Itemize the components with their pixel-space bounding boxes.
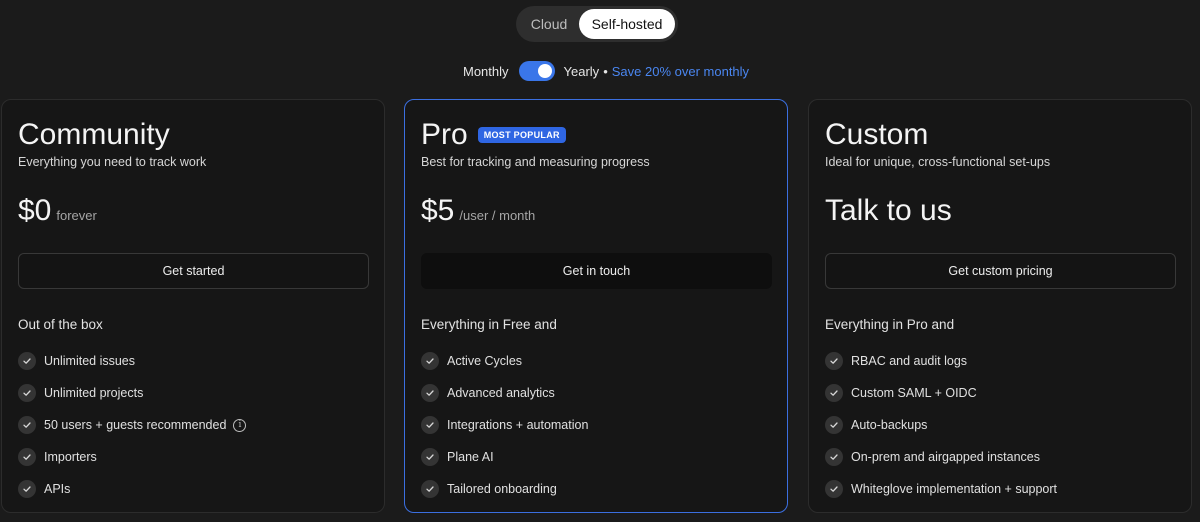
feature-item: Unlimited projects xyxy=(18,377,246,409)
plan-title: Custom xyxy=(825,118,928,152)
feature-label: RBAC and audit logs xyxy=(851,354,968,368)
cloud-option[interactable]: Cloud xyxy=(519,9,579,39)
feature-list: Active Cycles Advanced analytics Integra… xyxy=(421,345,588,505)
feature-label: Importers xyxy=(44,450,97,464)
feature-item: Unlimited issues xyxy=(18,345,246,377)
feature-item: On-prem and airgapped instances xyxy=(825,441,1057,473)
get-in-touch-button[interactable]: Get in touch xyxy=(421,253,772,289)
feature-item: Plane AI xyxy=(421,441,588,473)
price-unit: forever xyxy=(56,208,97,223)
plan-card-community: Community Everything you need to track w… xyxy=(1,99,385,513)
feature-item: Auto-backups xyxy=(825,409,1057,441)
feature-label: Unlimited projects xyxy=(44,386,144,400)
check-icon xyxy=(825,352,843,370)
check-icon xyxy=(825,416,843,434)
feature-label: Auto-backups xyxy=(851,418,928,432)
monthly-label[interactable]: Monthly xyxy=(463,64,509,79)
plan-price: $5 /user / month xyxy=(421,194,535,228)
feature-label: Integrations + automation xyxy=(447,418,589,432)
separator-dot: • xyxy=(603,63,608,79)
plan-name: Custom xyxy=(825,118,929,151)
plan-description: Ideal for unique, cross-functional set-u… xyxy=(825,155,1051,169)
check-icon xyxy=(18,448,36,466)
feature-list: RBAC and audit logs Custom SAML + OIDC A… xyxy=(825,345,1057,505)
billing-toggle: Monthly Yearly • Save 20% over monthly xyxy=(463,60,749,82)
billing-switch[interactable] xyxy=(518,61,555,81)
yearly-label[interactable]: Yearly xyxy=(564,64,600,79)
check-icon xyxy=(825,480,843,498)
plan-name: Community xyxy=(18,118,170,151)
feature-item: Custom SAML + OIDC xyxy=(825,377,1057,409)
check-icon xyxy=(421,416,439,434)
price-amount: $0 xyxy=(18,194,52,227)
feature-label: Custom SAML + OIDC xyxy=(851,386,977,400)
feature-item: Advanced analytics xyxy=(421,377,588,409)
feature-label: On-prem and airgapped instances xyxy=(851,450,1041,464)
feature-label: Plane AI xyxy=(447,450,494,464)
check-icon xyxy=(18,352,36,370)
feature-item: RBAC and audit logs xyxy=(825,345,1057,377)
feature-label: Unlimited issues xyxy=(44,354,136,368)
price-unit: /user / month xyxy=(459,208,536,223)
feature-item: Importers xyxy=(18,441,246,473)
feature-item: Active Cycles xyxy=(421,345,588,377)
check-icon xyxy=(825,384,843,402)
plan-price: Talk to us xyxy=(825,194,952,227)
feature-label: Active Cycles xyxy=(447,354,523,368)
plan-name: Pro xyxy=(421,118,468,151)
check-icon xyxy=(18,416,36,434)
check-icon xyxy=(421,384,439,402)
feature-item: Whiteglove implementation + support xyxy=(825,473,1057,505)
deployment-toggle: Cloud Self-hosted xyxy=(516,6,678,42)
most-popular-badge: MOST POPULAR xyxy=(477,127,566,143)
plan-title: Community xyxy=(18,118,170,152)
check-icon xyxy=(825,448,843,466)
get-started-button[interactable]: Get started xyxy=(18,253,369,289)
check-icon xyxy=(421,480,439,498)
feature-label: Whiteglove implementation + support xyxy=(851,482,1058,496)
plan-price: $0 forever xyxy=(18,194,97,228)
feature-item: APIs xyxy=(18,473,246,505)
plan-card-pro: Pro MOST POPULAR Best for tracking and m… xyxy=(404,99,788,513)
plan-title: Pro MOST POPULAR xyxy=(421,118,566,152)
check-icon xyxy=(18,480,36,498)
feature-label: Tailored onboarding xyxy=(447,482,557,496)
features-heading: Everything in Pro and xyxy=(825,317,955,332)
feature-item: 50 users + guests recommended i xyxy=(18,409,247,441)
info-icon[interactable]: i xyxy=(233,418,247,432)
feature-list: Unlimited issues Unlimited projects 50 u… xyxy=(18,345,247,505)
check-icon xyxy=(18,384,36,402)
check-icon xyxy=(421,352,439,370)
plan-description: Everything you need to track work xyxy=(18,155,207,169)
features-heading: Out of the box xyxy=(18,317,103,332)
switch-knob xyxy=(537,64,552,78)
savings-note: Save 20% over monthly xyxy=(611,63,750,79)
get-custom-pricing-button[interactable]: Get custom pricing xyxy=(825,253,1176,289)
check-icon xyxy=(421,448,439,466)
plan-card-custom: Custom Ideal for unique, cross-functiona… xyxy=(808,99,1192,513)
feature-label: 50 users + guests recommended xyxy=(44,418,227,432)
feature-label: Advanced analytics xyxy=(447,386,555,400)
feature-item: Tailored onboarding xyxy=(421,473,588,505)
feature-label: APIs xyxy=(44,482,71,496)
price-amount: $5 xyxy=(421,194,455,227)
features-heading: Everything in Free and xyxy=(421,317,557,332)
feature-item: Integrations + automation xyxy=(421,409,588,441)
plan-description: Best for tracking and measuring progress xyxy=(421,155,650,169)
self-hosted-option[interactable]: Self-hosted xyxy=(579,9,675,39)
